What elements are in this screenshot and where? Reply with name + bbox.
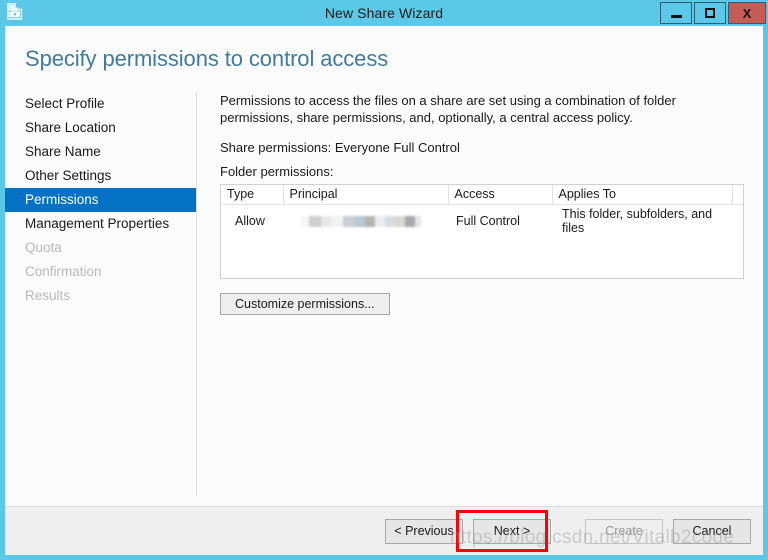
sidebar-item-management-properties[interactable]: Management Properties [5,212,196,236]
main-content: Permissions to access the files on a sha… [196,92,763,506]
share-wizard-icon [6,3,24,21]
wizard-step-nav: Select Profile Share Location Share Name… [5,92,197,506]
column-header-extra[interactable] [732,185,743,205]
redacted-principal-value [301,216,421,228]
window-controls: X [658,2,766,24]
column-header-principal[interactable]: Principal [283,185,449,205]
cell-extra [732,205,743,236]
permissions-table[interactable]: Type Principal Access Applies To Allow F… [220,184,744,279]
column-header-type[interactable]: Type [221,185,284,205]
wizard-footer: < Previous Next > Create Cancel [5,506,763,555]
customize-permissions-button[interactable]: Customize permissions... [220,293,390,315]
create-button: Create [585,518,663,544]
sidebar-item-permissions[interactable]: Permissions [5,188,196,212]
sidebar-item-quota: Quota [25,240,62,255]
maximize-icon [705,8,715,18]
sidebar-item-other-settings[interactable]: Other Settings [5,164,196,188]
cancel-button[interactable]: Cancel [673,518,751,544]
sidebar-item-share-name[interactable]: Share Name [5,140,196,164]
close-button[interactable]: X [728,2,766,24]
sidebar-item-results: Results [25,288,71,303]
previous-button[interactable]: < Previous [385,518,463,544]
client-area: Specify permissions to control access Se… [5,26,763,555]
cell-applies-to: This folder, subfolders, and files [562,207,713,235]
folder-permissions-label: Folder permissions: [220,164,334,179]
minimize-icon [670,14,682,18]
next-button-wrapper: Next > [456,509,551,552]
body-area: Select Profile Share Location Share Name… [5,72,763,506]
table-row[interactable]: Allow Full Control This folder, subfolde… [221,205,743,236]
minimize-button[interactable] [660,2,692,24]
page-title: Specify permissions to control access [25,46,389,71]
share-permissions-text: Share permissions: Everyone Full Control [220,140,460,155]
sidebar-item-share-location[interactable]: Share Location [5,116,196,140]
maximize-button[interactable] [694,2,726,24]
sidebar-item-confirmation: Confirmation [25,264,102,279]
new-share-wizard-window: New Share Wizard X Specify permissions t… [0,0,768,560]
sidebar-item-select-profile[interactable]: Select Profile [5,92,196,116]
cell-type: Allow [235,214,265,228]
title-bar: New Share Wizard X [0,0,768,26]
cell-principal [283,205,448,236]
column-header-access[interactable]: Access [448,185,553,205]
cell-access: Full Control [456,214,520,228]
next-button[interactable]: Next > [473,518,551,544]
column-header-applies-to[interactable]: Applies To [552,185,733,205]
intro-text: Permissions to access the files on a sha… [220,93,676,125]
window-title: New Share Wizard [324,5,444,21]
table-header-row: Type Principal Access Applies To [221,185,743,205]
